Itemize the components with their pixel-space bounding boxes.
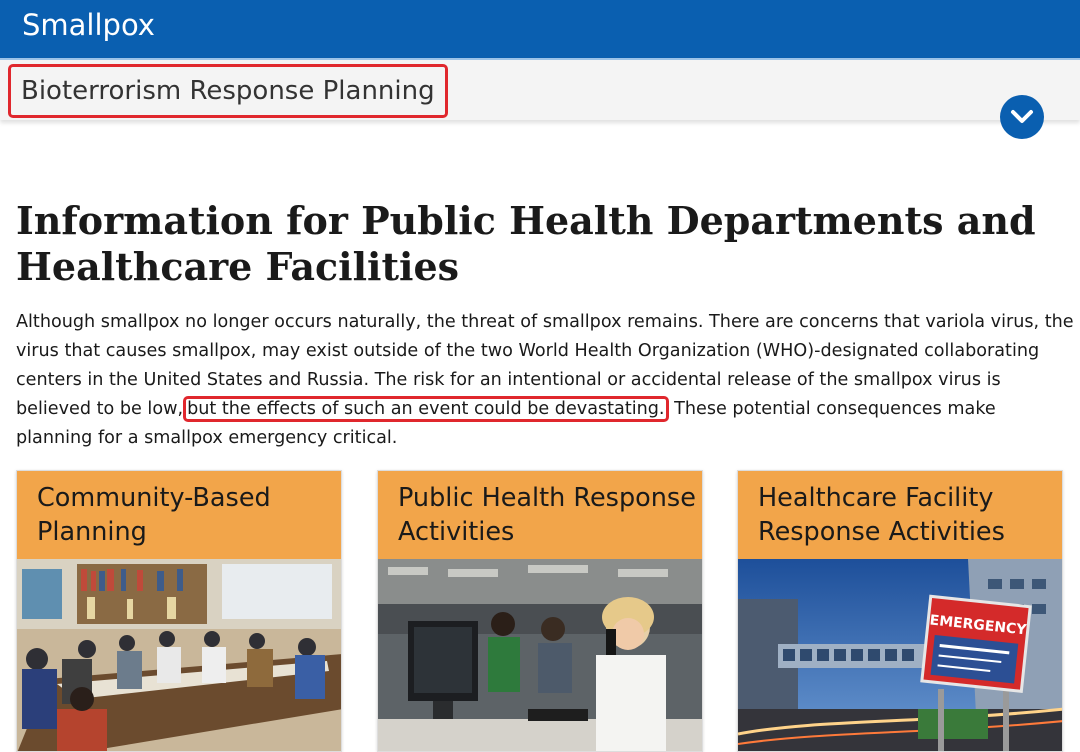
page-title: Information for Public Health Department… [16,198,1036,289]
card-title: Community-Based Planning [37,483,271,547]
site-header: Smallpox [0,0,1080,58]
breadcrumb-bioterrorism[interactable]: Bioterrorism Response Planning [8,64,448,118]
section-nav: Bioterrorism Response Planning [0,58,1080,120]
intro-paragraph: Although smallpox no longer occurs natur… [16,308,1074,453]
card-public-health-response[interactable]: Public Health Response Activities [377,470,703,752]
card-community-based-planning[interactable]: Community-Based Planning [16,470,342,752]
card-title: Public Health Response Activities [398,483,696,547]
card-title: Healthcare Facility Response Activities [758,483,1005,547]
card-image-operations-center [378,559,702,751]
card-healthcare-facility-response[interactable]: Healthcare Facility Response Activities [737,470,1063,752]
highlighted-phrase: but the effects of such an event could b… [183,396,669,422]
site-title[interactable]: Smallpox [22,8,155,42]
card-image-meeting [17,559,341,751]
card-image-emergency-entrance: EMERGENCY [738,559,1062,751]
chevron-down-icon [1011,110,1033,123]
expand-menu-button[interactable] [1000,95,1044,139]
